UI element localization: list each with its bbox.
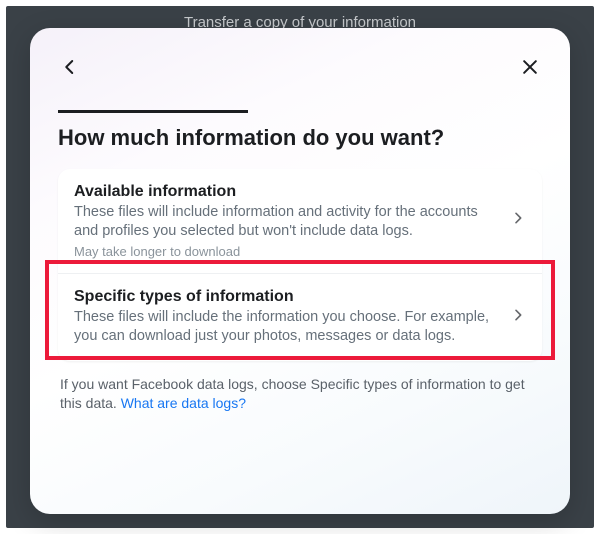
option-title: Specific types of information bbox=[74, 288, 500, 306]
chevron-right-icon bbox=[510, 307, 526, 328]
option-description: These files will include information and… bbox=[74, 203, 500, 242]
info-amount-modal: How much information do you want? Availa… bbox=[30, 28, 570, 514]
option-text: Specific types of information These file… bbox=[74, 288, 500, 347]
data-logs-link[interactable]: What are data logs? bbox=[121, 395, 246, 411]
option-specific-types[interactable]: Specific types of information These file… bbox=[58, 273, 542, 361]
chevron-right-icon bbox=[510, 210, 526, 231]
option-available-information[interactable]: Available information These files will i… bbox=[58, 169, 542, 273]
option-note: May take longer to download bbox=[74, 244, 500, 259]
progress-indicator bbox=[58, 110, 248, 113]
option-description: These files will include the information… bbox=[74, 308, 500, 347]
modal-title: How much information do you want? bbox=[58, 125, 542, 151]
close-icon[interactable] bbox=[518, 55, 542, 79]
option-title: Available information bbox=[74, 183, 500, 201]
options-card: Available information These files will i… bbox=[58, 169, 542, 361]
footer-text: If you want Facebook data logs, choose S… bbox=[58, 375, 542, 414]
modal-header bbox=[58, 52, 542, 82]
back-icon[interactable] bbox=[58, 55, 82, 79]
option-text: Available information These files will i… bbox=[74, 183, 500, 259]
